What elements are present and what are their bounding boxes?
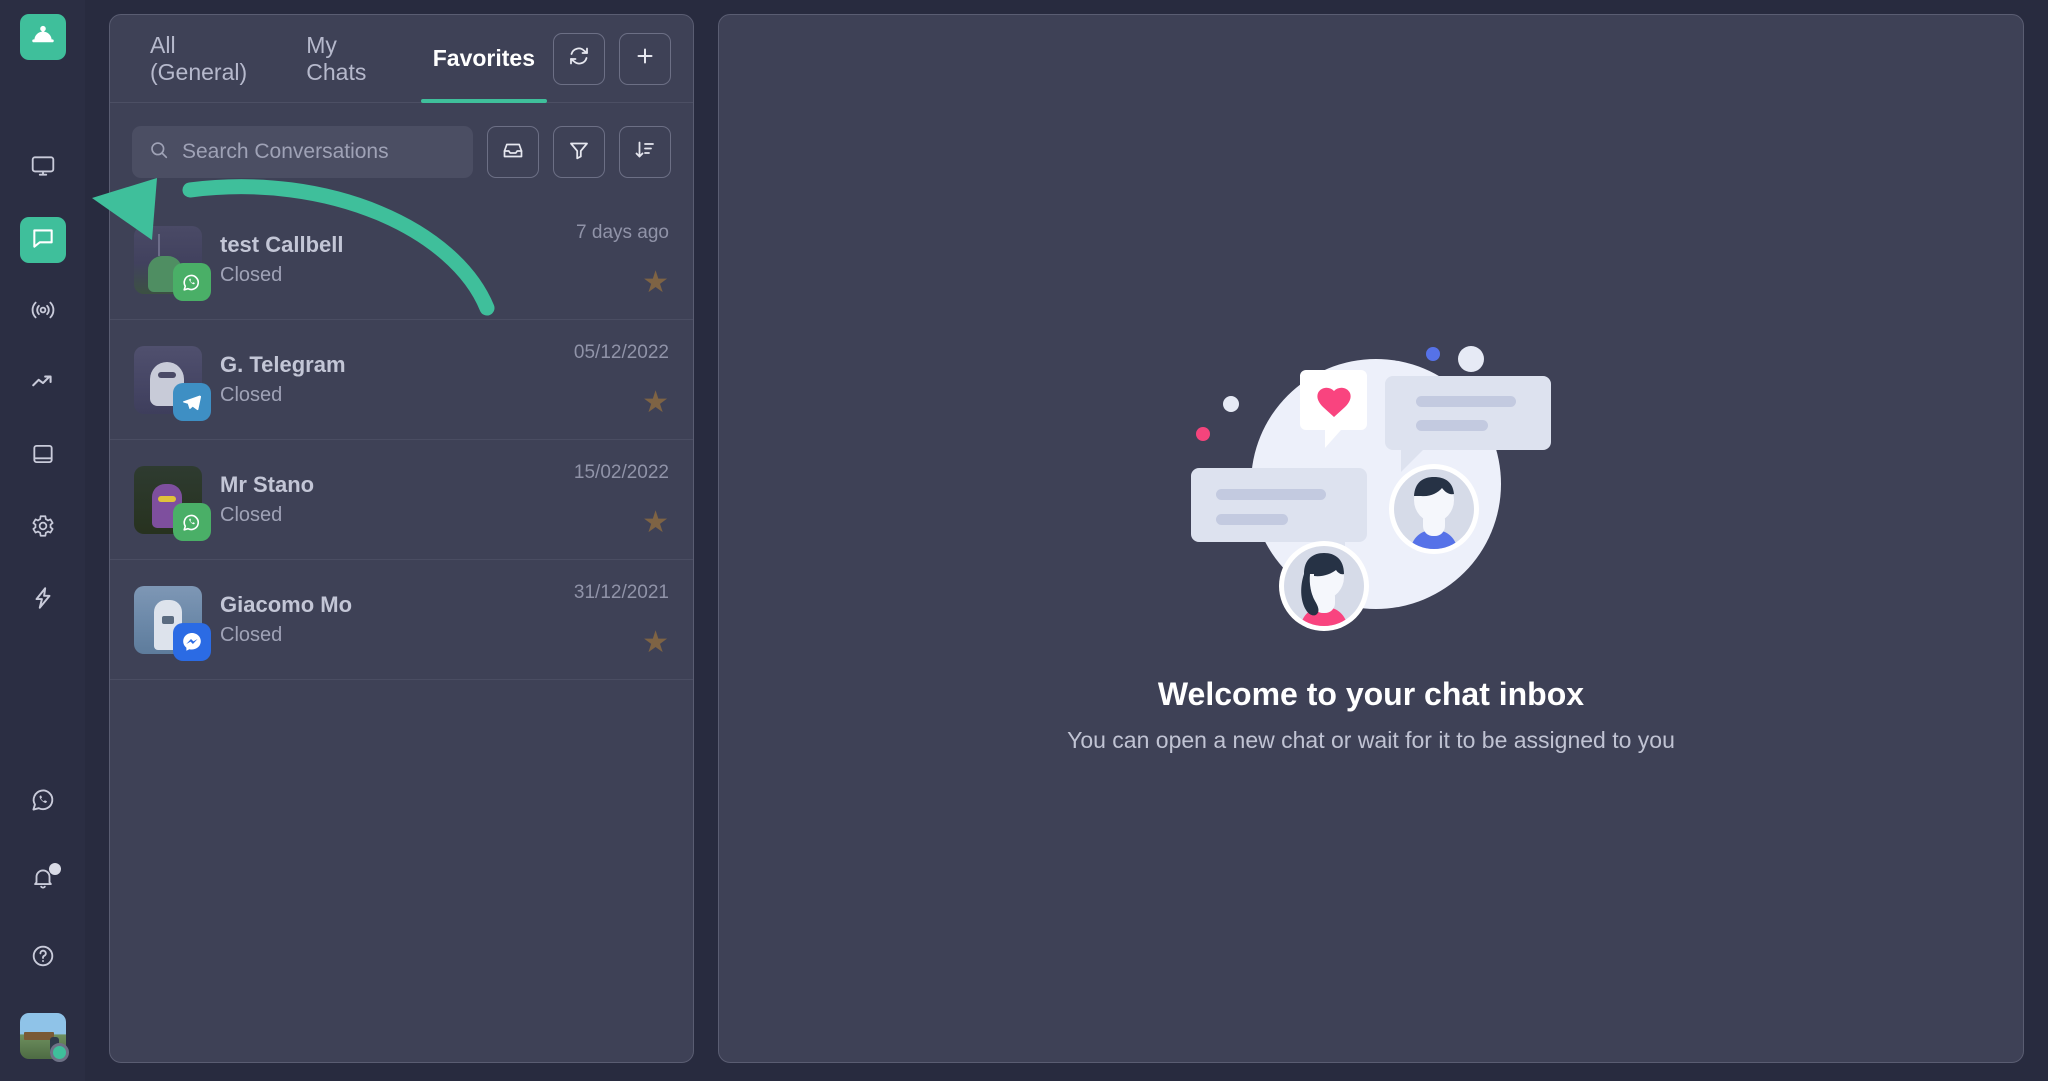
conversation-list: test Callbell Closed 7 days ago ★ G. Tel… — [110, 200, 693, 680]
conversation-date: 31/12/2021 — [573, 581, 669, 603]
conversation-meta: 15/02/2022 ★ — [574, 462, 669, 538]
conversation-date: 7 days ago — [576, 221, 669, 243]
sort-descending-icon — [633, 138, 657, 167]
sidebar-item-notifications[interactable] — [20, 857, 66, 903]
book-icon — [30, 441, 56, 472]
conversation-meta: 05/12/2022 ★ — [574, 342, 669, 418]
sidebar-item-broadcast[interactable] — [20, 289, 66, 335]
conversation-status: Closed — [220, 504, 283, 526]
contact-name: G. Telegram — [220, 352, 346, 377]
page-subtitle: You can open a new chat or wait for it t… — [1067, 726, 1675, 753]
page-title: Welcome to your chat inbox — [1157, 675, 1585, 712]
tab-favorites[interactable]: Favorites — [415, 15, 553, 103]
trending-up-icon — [30, 369, 56, 400]
left-sidebar — [0, 0, 85, 1081]
sidebar-item-whatsapp[interactable] — [20, 779, 66, 825]
conversation-date: 05/12/2022 — [573, 341, 669, 363]
sidebar-item-automations[interactable] — [20, 577, 66, 623]
inbox-button[interactable] — [487, 126, 539, 178]
chat-inbox-empty-state-illustration — [1171, 324, 1571, 654]
sidebar-bottom-nav — [0, 779, 85, 1062]
search-toolbar — [110, 103, 693, 200]
conversation-meta: 7 days ago ★ — [576, 222, 669, 298]
filter-button[interactable] — [553, 126, 605, 178]
contact-name: test Callbell — [220, 232, 344, 257]
whatsapp-channel-icon — [173, 262, 211, 301]
conversation-meta: 31/12/2021 ★ — [574, 582, 669, 658]
sidebar-item-knowledge-base[interactable] — [20, 433, 66, 479]
favorite-star-icon[interactable]: ★ — [642, 387, 669, 418]
avatar — [134, 585, 211, 661]
sidebar-item-chats[interactable] — [19, 217, 66, 263]
gear-icon — [30, 513, 56, 544]
service-bell-icon — [29, 21, 57, 54]
contact-name: Mr Stano — [220, 472, 315, 497]
main-content-panel: Welcome to your chat inbox You can open … — [718, 14, 2024, 1063]
status-badge-online — [49, 1043, 69, 1062]
user-avatar[interactable] — [19, 1013, 69, 1062]
refresh-icon — [567, 44, 591, 73]
lightning-icon — [30, 585, 56, 616]
conversation-status: Closed — [220, 384, 283, 406]
search-input[interactable] — [182, 140, 457, 164]
sidebar-item-settings[interactable] — [20, 505, 66, 551]
sidebar-item-help[interactable] — [20, 935, 66, 981]
conversation-date: 15/02/2022 — [573, 461, 669, 483]
conversation-list-item[interactable]: Giacomo Mo Closed 31/12/2021 ★ — [110, 560, 693, 680]
conversation-status: Closed — [220, 624, 283, 646]
inbox-icon — [501, 138, 525, 167]
header-actions — [553, 32, 671, 85]
contact-name: Giacomo Mo — [220, 592, 353, 617]
sidebar-item-dashboard[interactable] — [20, 145, 66, 191]
funnel-icon — [567, 138, 591, 167]
tab-all-general[interactable]: All (General) — [132, 15, 288, 103]
plus-icon — [633, 44, 657, 73]
favorite-star-icon[interactable]: ★ — [642, 267, 669, 298]
conversation-list-item[interactable]: Mr Stano Closed 15/02/2022 ★ — [110, 440, 693, 560]
sidebar-nav — [19, 145, 66, 623]
conversation-tabs: All (General) My Chats Favorites — [132, 15, 553, 103]
telegram-channel-icon — [173, 382, 211, 421]
whatsapp-channel-icon — [173, 502, 211, 541]
new-conversation-button[interactable] — [619, 32, 671, 85]
tab-my-chats[interactable]: My Chats — [288, 15, 414, 103]
help-circle-icon — [30, 943, 56, 974]
conversation-list-item[interactable]: test Callbell Closed 7 days ago ★ — [110, 200, 693, 320]
monitor-icon — [30, 153, 56, 184]
whatsapp-icon — [29, 786, 57, 819]
messenger-channel-icon — [173, 622, 211, 661]
sort-button[interactable] — [619, 126, 671, 178]
conversation-info: Mr Stano Closed — [220, 472, 556, 527]
avatar — [134, 465, 211, 541]
conversations-header: All (General) My Chats Favorites — [110, 15, 693, 103]
sidebar-item-analytics[interactable] — [20, 361, 66, 407]
favorite-star-icon[interactable]: ★ — [642, 507, 669, 538]
conversation-status: Closed — [220, 264, 283, 286]
conversation-info: test Callbell Closed — [220, 232, 558, 287]
broadcast-icon — [30, 297, 56, 328]
search-input-wrapper[interactable] — [132, 126, 473, 178]
conversation-list-item[interactable]: G. Telegram Closed 05/12/2022 ★ — [110, 320, 693, 440]
avatar — [134, 225, 211, 301]
app-logo[interactable] — [19, 14, 66, 60]
refresh-button[interactable] — [553, 32, 605, 85]
notification-badge — [48, 863, 61, 875]
favorite-star-icon[interactable]: ★ — [642, 627, 669, 658]
conversation-info: Giacomo Mo Closed — [220, 592, 556, 647]
search-icon — [148, 139, 170, 166]
app-root: All (General) My Chats Favorites Search … — [0, 0, 2048, 1081]
conversation-info: G. Telegram Closed — [220, 352, 556, 407]
conversations-panel: All (General) My Chats Favorites Search … — [109, 14, 694, 1063]
chat-bubble-icon — [30, 225, 56, 256]
avatar — [134, 345, 211, 421]
